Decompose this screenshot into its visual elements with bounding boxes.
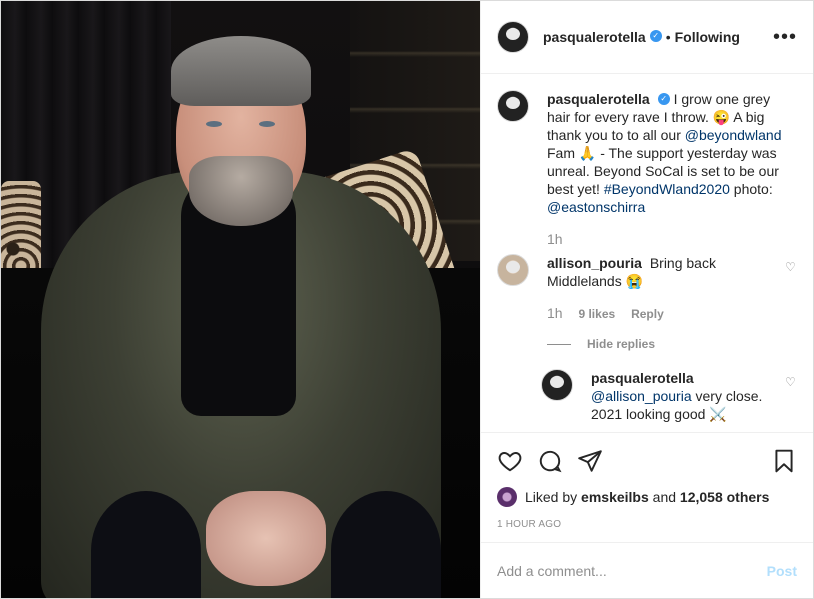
commenter-avatar[interactable]: [497, 254, 529, 286]
reply-like-heart-icon[interactable]: ♡: [785, 375, 797, 389]
comment-likes[interactable]: 9 likes: [578, 307, 615, 321]
share-paper-plane-icon[interactable]: [577, 448, 603, 474]
comment-time[interactable]: 1h: [547, 305, 563, 321]
photo-person: [31, 21, 451, 598]
person-hands: [206, 491, 326, 586]
liked-by-user[interactable]: emskeilbs: [581, 489, 649, 505]
more-horizontal-icon[interactable]: •••: [773, 26, 797, 49]
add-comment-input[interactable]: [497, 562, 767, 579]
caption-text-3: photo:: [729, 181, 773, 197]
action-icons: [497, 441, 797, 481]
add-comment-bar: Post: [481, 542, 813, 598]
verified-badge-icon: ✓: [657, 93, 670, 106]
comment-meta: 1h 9 likes Reply: [547, 304, 785, 323]
following-button[interactable]: Following: [675, 29, 740, 45]
person-hair: [171, 36, 311, 106]
reply-line-divider: [547, 344, 571, 346]
reply-author-avatar[interactable]: [541, 369, 573, 401]
caption-author[interactable]: pasqualerotella: [547, 91, 650, 107]
liker-avatar[interactable]: [497, 487, 517, 507]
person-beard: [189, 156, 293, 226]
caption-mention-eastonschirra[interactable]: @eastonschirra: [547, 199, 645, 215]
caption-author-avatar[interactable]: [497, 90, 529, 122]
post-actions: Liked by emskeilbs and 12,058 others 1 H…: [481, 432, 813, 530]
caption-time[interactable]: 1h: [547, 231, 563, 247]
caption-meta: 1h: [547, 230, 797, 248]
post-side-panel: pasqualerotella ✓ • Following ••• pasqua…: [480, 1, 813, 598]
post-time-ago[interactable]: 1 HOUR AGO: [497, 519, 797, 530]
liked-by-prefix: Liked by: [525, 489, 578, 505]
comments-list: pasqualerotella ✓ I grow one grey hair fo…: [481, 74, 813, 432]
author-info: pasqualerotella ✓ • Following: [543, 29, 773, 45]
caption-body: pasqualerotella ✓ I grow one grey hair fo…: [547, 90, 797, 248]
reply-author[interactable]: pasqualerotella: [591, 370, 694, 386]
caption-mention-beyondwland[interactable]: @beyondwland: [685, 127, 782, 143]
person-eye-left: [206, 121, 222, 127]
liked-by-count[interactable]: 12,058 others: [680, 489, 770, 505]
reply-item: pasqualerotella @allison_pouria very clo…: [541, 369, 797, 423]
likes-summary: Liked by emskeilbs and 12,058 others: [497, 487, 797, 507]
comment-like-heart-icon[interactable]: ♡: [785, 260, 797, 274]
author-username[interactable]: pasqualerotella: [543, 29, 646, 45]
post-header: pasqualerotella ✓ • Following •••: [481, 1, 813, 74]
hide-replies-label[interactable]: Hide replies: [587, 337, 655, 351]
reply-body: pasqualerotella @allison_pouria very clo…: [591, 369, 785, 423]
bookmark-icon[interactable]: [771, 448, 797, 474]
post-photo[interactable]: [1, 1, 480, 598]
liked-by-and: and: [652, 489, 677, 505]
like-heart-icon[interactable]: [497, 448, 523, 474]
comment-author[interactable]: allison_pouria: [547, 255, 642, 271]
separator-dot: •: [665, 29, 671, 45]
reply-mention[interactable]: @allison_pouria: [591, 388, 692, 404]
comment-body: allison_pouria Bring back Middlelands 😭 …: [547, 254, 785, 323]
post-comment-button[interactable]: Post: [767, 563, 797, 579]
comment-item: allison_pouria Bring back Middlelands 😭 …: [497, 254, 797, 323]
instagram-post-modal: pasqualerotella ✓ • Following ••• pasqua…: [0, 0, 814, 599]
hide-replies-toggle[interactable]: Hide replies: [547, 337, 797, 351]
comment-bubble-icon[interactable]: [537, 448, 563, 474]
caption-hashtag[interactable]: #BeyondWland2020: [604, 181, 730, 197]
author-avatar[interactable]: [497, 21, 529, 53]
person-eye-right: [259, 121, 275, 127]
caption: pasqualerotella ✓ I grow one grey hair fo…: [497, 90, 797, 248]
comment-reply-button[interactable]: Reply: [631, 307, 664, 321]
verified-badge-icon: ✓: [649, 30, 662, 42]
